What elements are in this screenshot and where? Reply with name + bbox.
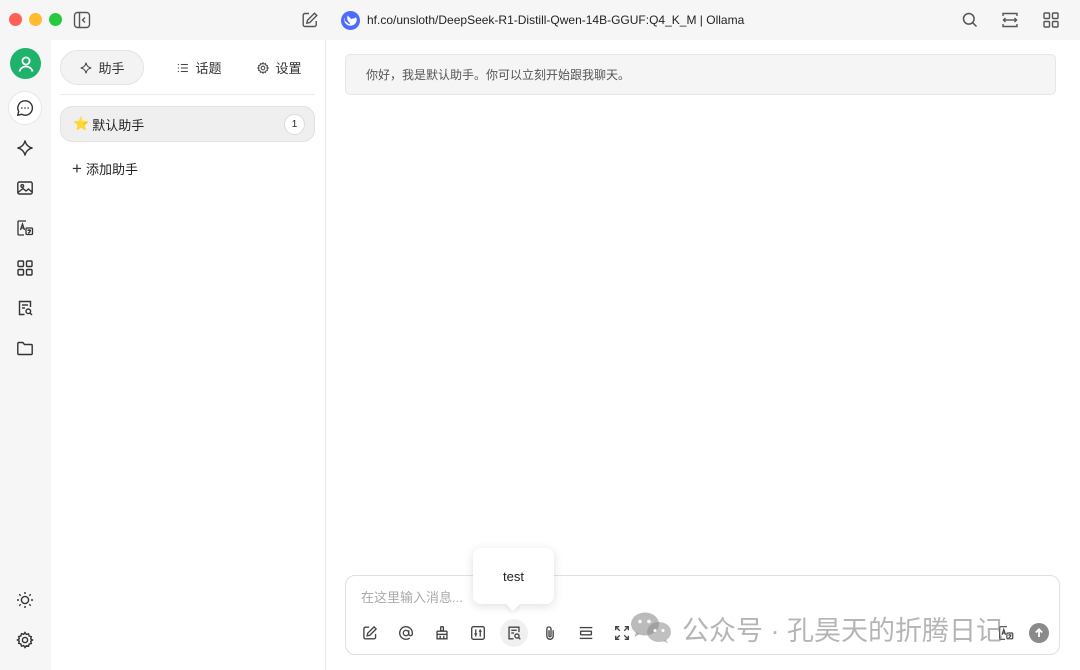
search-icon[interactable] (960, 10, 980, 30)
star-icon: ⭐️ (73, 116, 90, 131)
files-nav-button[interactable] (8, 331, 42, 365)
welcome-message: 你好，我是默认助手。你可以立刻开始跟我聊天。 (345, 54, 1056, 95)
separator-icon (579, 626, 593, 640)
broom-icon (436, 626, 448, 640)
tooltip-text: test (503, 568, 524, 584)
tab-label: 助手 (98, 61, 125, 76)
wechat-logo-icon (631, 612, 671, 644)
watermark-text: 公众号 · 孔昊天的折腾日记 (682, 615, 1003, 646)
new-chat-icon[interactable] (300, 10, 320, 30)
tab-label: 话题 (195, 61, 222, 76)
tooltip: test (473, 548, 554, 604)
chat-nav-button[interactable] (8, 91, 42, 125)
panel-tabs: 助手 话题 设置 (60, 50, 315, 85)
context-separator-button[interactable] (572, 619, 600, 647)
gear-icon (16, 631, 34, 649)
expand-icon (615, 626, 629, 640)
tab-label: 设置 (275, 61, 302, 76)
send-button[interactable] (1029, 623, 1049, 643)
settings-nav-button[interactable] (8, 623, 42, 657)
plus-icon: + (72, 158, 82, 178)
assistant-item-default[interactable]: ⭐️ 默认助手 1 (60, 106, 315, 142)
chat-area: 你好，我是默认助手。你可以立刻开始跟我聊天。 在这里输入消息... test 公… (326, 40, 1080, 670)
arrow-up-icon (1035, 628, 1043, 637)
new-topic-button[interactable] (356, 619, 384, 647)
paperclip-icon (546, 626, 554, 640)
clear-context-button[interactable] (428, 619, 456, 647)
settings-sliders-button[interactable] (464, 619, 492, 647)
maximize-window-button[interactable] (49, 13, 62, 26)
sparkle-icon (17, 140, 33, 156)
paintings-nav-button[interactable] (8, 171, 42, 205)
tab-assistants[interactable]: 助手 (60, 50, 144, 85)
image-icon (17, 181, 33, 195)
attach-file-button[interactable] (536, 619, 564, 647)
divider (60, 94, 315, 95)
title-bar: hf.co/unsloth/DeepSeek-R1-Distill-Qwen-1… (0, 0, 1080, 40)
translate-nav-button[interactable] (8, 211, 42, 245)
chat-bubble-icon (16, 100, 34, 117)
apps-grid-icon[interactable] (1041, 10, 1061, 30)
agents-nav-button[interactable] (8, 131, 42, 165)
add-assistant-button[interactable]: + 添加助手 (72, 158, 138, 178)
list-icon (178, 63, 189, 72)
nav-rail (0, 40, 51, 670)
sun-icon (17, 592, 33, 608)
tab-settings[interactable]: 设置 (243, 50, 315, 85)
topic-count-badge: 1 (284, 114, 305, 135)
add-assistant-label: 添加助手 (85, 161, 138, 177)
user-avatar[interactable] (10, 48, 41, 79)
gear-icon (257, 61, 270, 74)
toggle-sidebar-icon[interactable] (72, 10, 92, 30)
sparkle-icon (81, 62, 92, 73)
close-window-button[interactable] (9, 13, 22, 26)
document-search-icon (18, 300, 33, 316)
at-sign-icon (399, 626, 413, 640)
edit-icon (363, 625, 378, 640)
watermark: 公众号 · 孔昊天的折腾日记 (630, 608, 1003, 648)
apps-grid-icon (17, 260, 33, 276)
deepseek-logo-icon (341, 10, 360, 30)
sliders-icon (471, 626, 485, 640)
folder-icon (17, 341, 33, 356)
knowledge-nav-button[interactable] (8, 291, 42, 325)
assistant-panel: 助手 话题 设置 ⭐️ 默认助手 1 + 添加助手 (51, 40, 326, 670)
model-selector[interactable]: hf.co/unsloth/DeepSeek-R1-Distill-Qwen-1… (341, 10, 744, 30)
minimize-window-button[interactable] (29, 13, 42, 26)
mention-model-button[interactable] (392, 619, 420, 647)
message-input[interactable] (361, 587, 961, 607)
mini-apps-nav-button[interactable] (8, 251, 42, 285)
document-search-icon (508, 626, 521, 640)
model-title: hf.co/unsloth/DeepSeek-R1-Distill-Qwen-1… (367, 13, 745, 27)
knowledge-base-button[interactable] (500, 619, 528, 647)
theme-toggle-button[interactable] (8, 583, 42, 617)
tab-topics[interactable]: 话题 (157, 50, 241, 85)
welcome-text: 你好，我是默认助手。你可以立刻开始跟我聊天。 (366, 68, 631, 82)
assistant-name: 默认助手 (92, 117, 145, 133)
translate-icon (17, 220, 34, 236)
narrow-mode-icon[interactable] (1000, 10, 1020, 30)
